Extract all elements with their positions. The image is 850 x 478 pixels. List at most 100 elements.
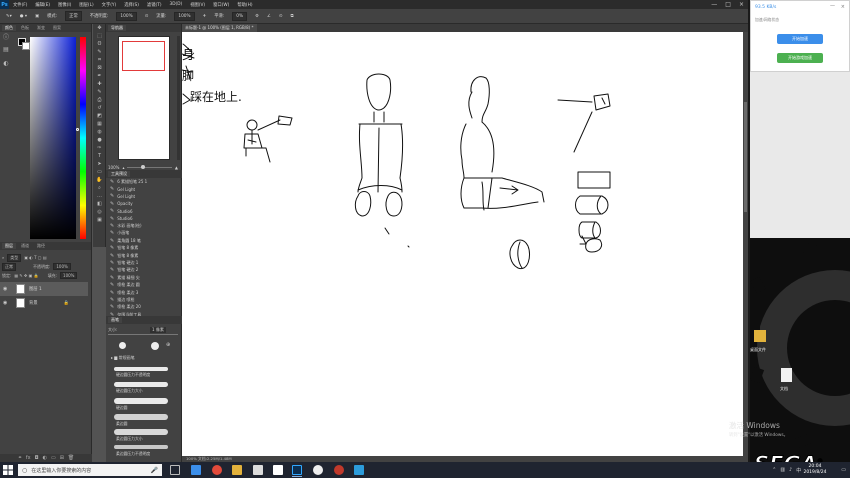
fill-input[interactable]: 100% — [60, 272, 78, 279]
brush-stroke-preview[interactable] — [114, 445, 168, 449]
tool-preset-item[interactable]: ✎ Gel Light — [106, 185, 182, 192]
link-layers-icon[interactable]: ⚭ — [18, 455, 22, 461]
volume-icon[interactable]: ♪ — [789, 467, 792, 473]
tool-preset-item[interactable]: ✎ 喷枪 柔边 3 — [106, 289, 182, 296]
tool-preset-item[interactable]: ✎ 喷枪 柔边 圆 — [106, 281, 182, 288]
tool-preset-item[interactable]: ✎ Gel Light — [106, 193, 182, 200]
tab-color[interactable]: 颜色 — [2, 25, 16, 31]
quick-mask-icon[interactable]: ◎ — [93, 208, 106, 216]
airbrush-icon[interactable]: ✈ — [203, 14, 207, 19]
chrome-icon[interactable] — [212, 465, 222, 475]
eraser-tool-icon[interactable]: ◩ — [93, 112, 106, 120]
minimize-button[interactable]: — — [711, 1, 717, 8]
brush-preset-dot[interactable] — [119, 342, 126, 349]
navigator-view-rect[interactable] — [122, 41, 165, 71]
pressure-opacity-icon[interactable]: ⊙ — [145, 14, 149, 19]
close-button[interactable]: × — [739, 1, 744, 8]
marquee-tool-icon[interactable]: ⬚ — [93, 32, 106, 40]
hue-slider[interactable] — [80, 37, 86, 239]
brush-add-icon[interactable]: ⊕ — [166, 342, 170, 348]
mail-icon[interactable] — [273, 465, 283, 475]
blend-mode-select[interactable]: 正常 — [2, 262, 16, 271]
tool-preset-item[interactable]: ✎ 铅笔 8 像素 — [106, 245, 182, 252]
stamp-tool-icon[interactable]: ⎙ — [93, 96, 106, 104]
document-tab[interactable]: 未标题-1 @ 100% (图层 1, RGB/8) * — [182, 24, 257, 32]
tab-patterns[interactable]: 图案 — [50, 25, 64, 31]
tool-preset-item[interactable]: ✎ 6 素描铅笔 25 1 — [106, 178, 182, 185]
edge-icon[interactable] — [191, 465, 201, 475]
tab-brushes[interactable]: 画笔 — [108, 317, 122, 323]
angle-icon[interactable]: ∠ — [267, 14, 271, 19]
add-mask-icon[interactable]: ◘ — [35, 455, 39, 461]
menu-layer[interactable]: 图层(L) — [75, 2, 97, 8]
menu-window[interactable]: 窗口(W) — [209, 2, 233, 8]
tab-gradients[interactable]: 渐变 — [34, 25, 48, 31]
document-icon[interactable] — [781, 368, 792, 382]
task-view-icon[interactable] — [170, 465, 180, 475]
info-icon[interactable]: ⓘ — [2, 32, 10, 41]
smooth-input[interactable]: 0% — [232, 11, 248, 21]
blur-tool-icon[interactable]: ◍ — [93, 128, 106, 136]
brush-stroke-preview[interactable] — [114, 414, 168, 420]
tool-preset-item[interactable]: ✎ 素描 精细 尖 — [106, 274, 182, 281]
tool-preset-item[interactable]: ✎ 水彩 画笔(绘) — [106, 222, 182, 229]
brush-tool-icon[interactable]: ✎ — [93, 88, 106, 96]
menu-image[interactable]: 图像(I) — [54, 2, 75, 8]
menu-file[interactable]: 文件(F) — [9, 2, 31, 8]
brush-preset-dot[interactable] — [151, 342, 159, 350]
game-accelerate-button[interactable]: 开始游戏加速 — [777, 53, 823, 63]
navigator-zoom-knob[interactable] — [141, 165, 146, 169]
menu-type[interactable]: 文字(Y) — [98, 2, 121, 8]
brush-folder[interactable]: ▸ ▆ 常规画笔 — [111, 355, 135, 361]
tool-preset-item[interactable]: ✎ Studio6 — [106, 215, 182, 222]
dodge-tool-icon[interactable]: ● — [93, 136, 106, 144]
accelerate-button[interactable]: 开始加速 — [777, 34, 823, 44]
symmetry-icon[interactable]: ⧉ — [290, 14, 293, 19]
gradient-tool-icon[interactable]: ▦ — [93, 120, 106, 128]
color-picker-cursor[interactable] — [76, 128, 79, 131]
tool-preset-item[interactable]: ✎ 铅笔 8 像素 — [106, 252, 182, 259]
tool-preset-item[interactable]: ✎ 小画笔 — [106, 230, 182, 237]
layer-row[interactable]: ◉ 图层 1 — [0, 282, 88, 296]
filter-icons[interactable]: ▣ ◐ T ▢ ▤ — [24, 255, 46, 260]
shape-tool-icon[interactable]: ▭ — [93, 168, 106, 176]
color-picker-field[interactable] — [30, 37, 76, 239]
menu-filter[interactable]: 滤镜(T) — [143, 2, 166, 8]
lasso-tool-icon[interactable]: ʘ — [93, 40, 106, 48]
brush-tool-icon[interactable]: ✎▾ — [6, 14, 12, 19]
taskbar-search[interactable]: ○ 在这里输入你要搜索的内容 🎤 — [18, 464, 162, 476]
foreground-background-icon[interactable]: ◧ — [93, 200, 106, 208]
navigator-thumbnail[interactable] — [118, 36, 170, 160]
tool-preset-item[interactable]: ✎ 铅笔 硬边 2 — [106, 267, 182, 274]
history-brush-tool-icon[interactable]: ↺ — [93, 104, 106, 112]
frame-tool-icon[interactable]: ⊠ — [93, 64, 106, 72]
tool-preset-item[interactable]: ✎ 铅笔 硬边 1 — [106, 259, 182, 266]
microphone-icon[interactable]: 🎤 — [151, 467, 158, 474]
widget-minimize-icon[interactable]: — — [830, 3, 835, 9]
zoom-tool-icon[interactable]: ⌕ — [93, 184, 106, 192]
brush-stroke-preview[interactable] — [114, 367, 168, 371]
tool-preset-item[interactable]: ✎ 喷枪 柔边 20 — [106, 304, 182, 311]
folder-icon[interactable] — [754, 330, 766, 342]
brush-stroke-preview[interactable] — [114, 398, 168, 404]
navigator-scrollbar[interactable] — [177, 36, 180, 160]
layer-row[interactable]: ◉ 背景 🔒 — [0, 296, 88, 310]
libraries-icon[interactable]: ▤ — [2, 46, 10, 54]
store-icon[interactable] — [253, 465, 263, 475]
new-layer-icon[interactable]: ⊞ — [60, 455, 64, 461]
menu-view[interactable]: 视图(V) — [186, 2, 209, 8]
tool-preset-item[interactable]: ✎ 描边 喷枪 — [106, 296, 182, 303]
tab-channels[interactable]: 通道 — [18, 243, 32, 249]
opacity-input[interactable]: 100% — [116, 11, 137, 21]
tab-swatches[interactable]: 色板 — [18, 25, 32, 31]
brush-stroke-preview[interactable] — [114, 382, 168, 387]
navigator-zoom-slider[interactable] — [127, 165, 172, 169]
tool-preset-item[interactable]: ✎ Studio6 — [106, 208, 182, 215]
brush-size-slider[interactable] — [108, 334, 178, 335]
tool-preset-item[interactable]: ✎ Opacity — [106, 200, 182, 207]
app-icon[interactable] — [313, 465, 323, 475]
crop-tool-icon[interactable]: ⌗ — [93, 56, 106, 64]
menu-edit[interactable]: 编辑(E) — [31, 2, 54, 8]
file-explorer-icon[interactable] — [232, 465, 242, 475]
tab-layers[interactable]: 图层 — [2, 243, 16, 249]
